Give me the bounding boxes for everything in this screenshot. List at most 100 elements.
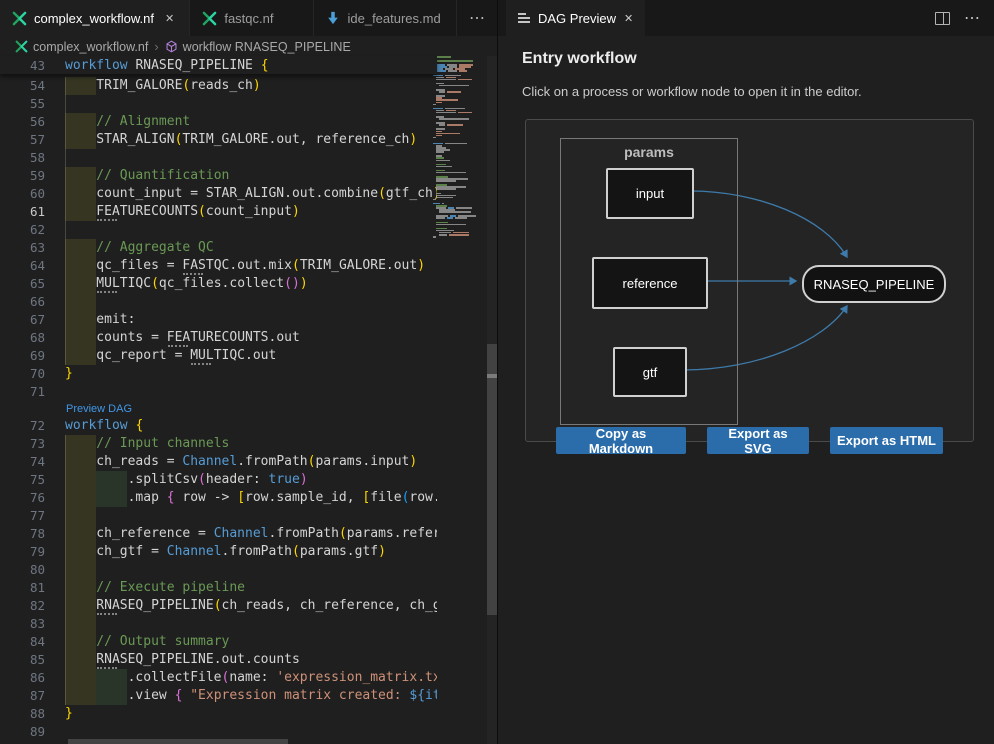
code-line-82[interactable]: 82RNASEQ_PIPELINE(ch_reads, ch_reference…: [0, 597, 437, 615]
code-token: Channel: [214, 526, 269, 541]
code-line-72[interactable]: 72workflow {: [0, 417, 437, 435]
tab-close-icon[interactable]: ✕: [165, 12, 174, 25]
code-line-84[interactable]: 84// Output summary: [0, 633, 437, 651]
indent-highlight: [65, 167, 96, 185]
node-input[interactable]: input: [606, 168, 694, 219]
indent-guide: [65, 651, 66, 669]
copy-as-markdown-button[interactable]: Copy as Markdown: [556, 427, 686, 454]
code-line-69[interactable]: 69qc_report = MULTIQC.out: [0, 347, 437, 365]
code-line-62[interactable]: 62: [0, 221, 437, 239]
code-token: {: [261, 58, 269, 73]
code-line-60[interactable]: 60count_input = STAR_ALIGN.out.combine(g…: [0, 185, 437, 203]
code-line-75[interactable]: 75.splitCsv(header: true): [0, 471, 437, 489]
code-line-79[interactable]: 79 ch_gtf = Channel.fromPath(params.gtf): [0, 543, 437, 561]
tab-dag-preview[interactable]: DAG Preview ✕: [506, 0, 645, 36]
code-line-61[interactable]: 61FEATURECOUNTS(count_input): [0, 203, 437, 221]
code-token: ): [409, 132, 417, 147]
code-line-83[interactable]: 83: [0, 615, 437, 633]
code-line-86[interactable]: 86.collectFile(name: 'expression_matrix.…: [0, 669, 437, 687]
codelens-preview-dag[interactable]: Preview DAG: [0, 401, 437, 417]
indent-highlight: [96, 669, 127, 687]
code-line-68[interactable]: 68counts = FEATURECOUNTS.out: [0, 329, 437, 347]
sticky-scroll-line[interactable]: 43 workflow RNASEQ_PIPELINE {: [0, 56, 437, 74]
code-line-74[interactable]: 74ch_reads = Channel.fromPath(params.inp…: [0, 453, 437, 471]
minimap-line: [436, 102, 442, 104]
split-editor-icon[interactable]: [935, 12, 950, 25]
code-line-70[interactable]: 70}: [0, 365, 437, 383]
line-number: 88: [0, 705, 45, 723]
code-line-88[interactable]: 88}: [0, 705, 437, 723]
code-text: ch_reads = Channel.fromPath(params.input…: [96, 453, 417, 471]
code-line-85[interactable]: 85RNASEQ_PIPELINE.out.counts: [0, 651, 437, 669]
indent-guide: [65, 221, 66, 239]
code-token: ch_reads =: [96, 454, 182, 469]
code-line-63[interactable]: 63// Aggregate QC: [0, 239, 437, 257]
tab-close-icon[interactable]: ✕: [624, 12, 633, 25]
code-token: // Aggregate QC: [96, 240, 213, 255]
indent-guide: [65, 149, 66, 167]
code-line-87[interactable]: 87.view { "Expression matrix created: ${…: [0, 687, 437, 705]
node-reference[interactable]: reference: [592, 257, 708, 309]
export-as-svg-button[interactable]: Export as SVG: [707, 427, 809, 454]
vertical-scrollbar-thumb[interactable]: [487, 344, 497, 615]
code-line-56[interactable]: 56// Alignment: [0, 113, 437, 131]
code-token: emit:: [96, 312, 135, 327]
code-line-78[interactable]: 78ch_reference = Channel.fromPath(params…: [0, 525, 437, 543]
code-token: (: [198, 472, 206, 487]
line-number: 75: [0, 471, 45, 489]
code-line-81[interactable]: 81 // Execute pipeline: [0, 579, 437, 597]
line-number: 79: [0, 543, 45, 561]
node-gtf[interactable]: gtf: [613, 347, 687, 397]
code-line-77[interactable]: 77: [0, 507, 437, 525]
tab-overflow-icon[interactable]: ⋯: [457, 0, 497, 36]
code-token: ): [292, 204, 300, 219]
indent-guide: [65, 543, 66, 561]
indent-guide: [65, 95, 66, 113]
line-number: 66: [0, 293, 45, 311]
more-actions-icon[interactable]: ⋯: [964, 8, 980, 28]
code-line-76[interactable]: 76.map { row -> [row.sample_id, [file(ro…: [0, 489, 437, 507]
breadcrumb-symbol[interactable]: workflow RNASEQ_PIPELINE: [183, 40, 351, 54]
code-text: ch_gtf = Channel.fromPath(params.gtf): [96, 543, 386, 561]
code-token: (: [292, 258, 300, 273]
indent-highlight: [65, 311, 96, 329]
code-line-80[interactable]: 80: [0, 561, 437, 579]
tab-fastqc[interactable]: fastqc.nf: [190, 0, 314, 36]
indent-highlight: [65, 185, 96, 203]
line-number: 59: [0, 167, 45, 185]
line-number: 77: [0, 507, 45, 525]
code-line-55[interactable]: 55: [0, 95, 437, 113]
code-text: // Execute pipeline: [96, 579, 245, 597]
minimap-line: [436, 166, 452, 168]
code-line-73[interactable]: 73// Input channels: [0, 435, 437, 453]
minimap-line: [436, 135, 442, 137]
workflow-cube-icon: [165, 40, 178, 53]
code-token: ): [300, 276, 308, 291]
vertical-scrollbar[interactable]: [487, 56, 497, 744]
indent-highlight: [65, 651, 96, 669]
code-line-66[interactable]: 66: [0, 293, 437, 311]
code-line-58[interactable]: 58: [0, 149, 437, 167]
code-line-59[interactable]: 59// Quantification: [0, 167, 437, 185]
horizontal-scrollbar[interactable]: [65, 738, 437, 744]
breadcrumb-file[interactable]: complex_workflow.nf: [33, 40, 148, 54]
line-number: 81: [0, 579, 45, 597]
line-number: 82: [0, 597, 45, 615]
code-line-57[interactable]: 57STAR_ALIGN(TRIM_GALORE.out, reference_…: [0, 131, 437, 149]
code-line-54[interactable]: 54TRIM_GALORE(reads_ch): [0, 77, 437, 95]
minimap[interactable]: [431, 56, 486, 256]
tab-complex-workflow[interactable]: complex_workflow.nf ✕: [0, 0, 190, 36]
node-rnaseq-pipeline[interactable]: RNASEQ_PIPELINE: [802, 265, 946, 303]
code-line-64[interactable]: 64qc_files = FASTQC.out.mix(TRIM_GALORE.…: [0, 257, 437, 275]
code-line-67[interactable]: 67emit:: [0, 311, 437, 329]
code-line-65[interactable]: 65MULTIQC(qc_files.collect()): [0, 275, 437, 293]
indent-highlight: [65, 579, 96, 597]
code-line-71[interactable]: 71: [0, 383, 437, 401]
horizontal-scrollbar-thumb[interactable]: [68, 739, 288, 744]
code-token: (: [198, 204, 206, 219]
tab-ide-features[interactable]: ide_features.md: [314, 0, 457, 36]
export-as-html-button[interactable]: Export as HTML: [830, 427, 943, 454]
breadcrumb: complex_workflow.nf › workflow RNASEQ_PI…: [0, 36, 512, 57]
indent-guide: [65, 453, 66, 471]
minimap-line: [436, 172, 466, 174]
